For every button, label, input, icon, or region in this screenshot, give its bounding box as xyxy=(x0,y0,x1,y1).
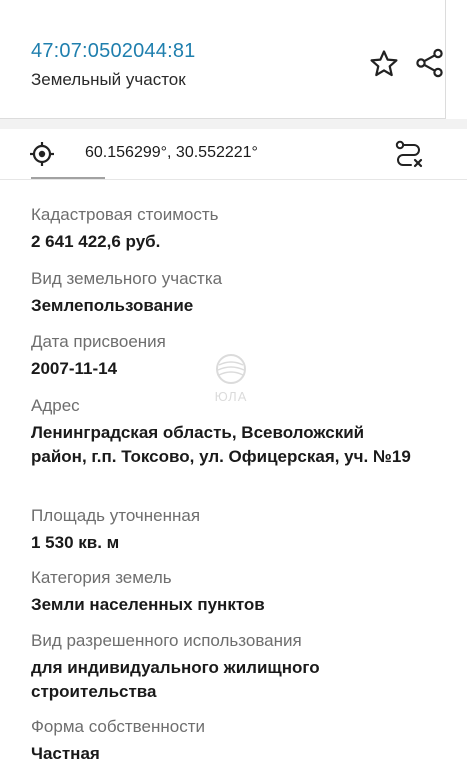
field-permitted-use: Вид разрешенного использования для индив… xyxy=(31,630,371,704)
section-divider xyxy=(0,119,467,129)
field-label: Площадь уточненная xyxy=(31,506,201,525)
field-value[interactable]: Ленинградская область, Всеволожский райо… xyxy=(31,421,411,469)
field-label: Вид земельного участка xyxy=(31,269,223,288)
field-value: Частная xyxy=(31,744,100,763)
field-value: 2007-11-14 xyxy=(31,359,118,378)
field-label: Категория земель xyxy=(31,568,172,587)
field-value: 1 530 кв. м xyxy=(31,533,120,552)
field-value: 2 641 422,6 руб. xyxy=(31,232,161,251)
field-label: Дата присвоения xyxy=(31,332,166,351)
star-icon[interactable] xyxy=(368,48,400,80)
field-label: Вид разрешенного использования xyxy=(31,631,302,650)
target-icon[interactable] xyxy=(29,141,55,167)
field-label: Форма собственности xyxy=(31,717,205,736)
field-land-category: Категория земель Земли населенных пункто… xyxy=(31,567,265,617)
field-cadastral-value: Кадастровая стоимость 2 641 422,6 руб. xyxy=(31,204,218,254)
cadastral-number[interactable]: 47:07:0502044:81 xyxy=(31,40,195,63)
watermark: ЮЛА xyxy=(205,353,257,413)
field-value: для индивидуального жилищного строительс… xyxy=(31,658,320,701)
object-header: 47:07:0502044:81 Земельный участок xyxy=(0,0,446,119)
share-icon[interactable] xyxy=(414,47,446,79)
object-type: Земельный участок xyxy=(31,70,186,89)
clipped-value xyxy=(31,166,151,182)
field-land-type: Вид земельного участка Землепользование xyxy=(31,268,222,318)
field-ownership: Форма собственности Частная xyxy=(31,716,205,766)
field-value: Землепользование xyxy=(31,296,194,315)
watermark-text: ЮЛА xyxy=(214,389,248,404)
field-area: Площадь уточненная 1 530 кв. м xyxy=(31,505,200,555)
watermark-logo-icon xyxy=(216,354,246,384)
field-value: Земли населенных пунктов xyxy=(31,595,265,614)
field-label: Кадастровая стоимость xyxy=(31,205,219,224)
route-icon[interactable] xyxy=(393,138,425,170)
field-assign-date: Дата присвоения 2007-11-14 xyxy=(31,331,166,381)
coordinates-text[interactable]: 60.156299°, 30.552221° xyxy=(85,144,258,162)
